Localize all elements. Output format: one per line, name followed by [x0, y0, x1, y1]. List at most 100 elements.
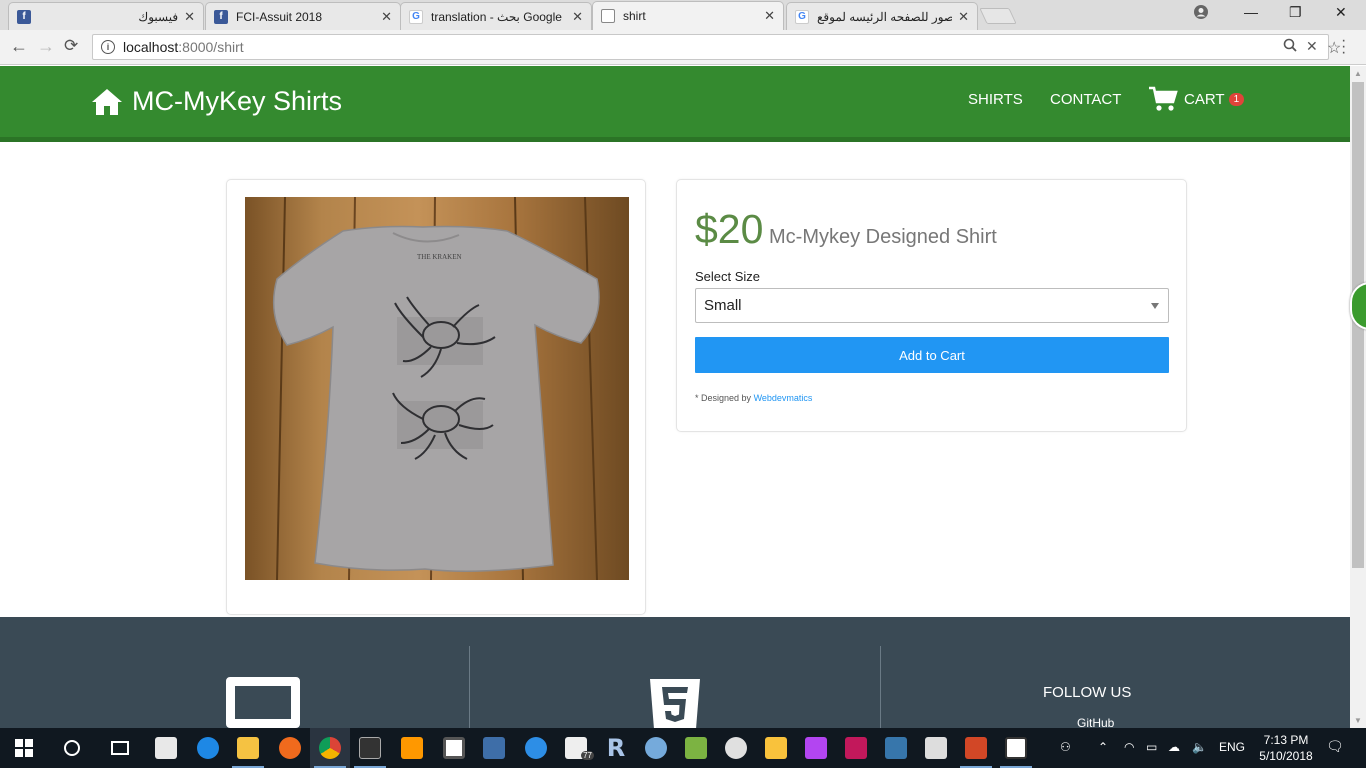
follow-us-heading: FOLLOW US	[1043, 684, 1132, 701]
page-viewport: MC-MyKey Shirts SHIRTS CONTACT CART 1 TH…	[0, 66, 1350, 728]
close-tab-icon[interactable]: ✕	[764, 8, 775, 24]
file-explorer-icon[interactable]	[228, 728, 268, 768]
html5-icon	[650, 679, 700, 728]
volume-icon[interactable]: 🔈	[1192, 740, 1207, 754]
google-icon: G	[409, 9, 423, 24]
footer-divider	[469, 646, 470, 728]
edge-icon[interactable]	[188, 728, 228, 768]
people-icon[interactable]: ⚇	[1060, 740, 1071, 754]
credit-prefix: * Designed by	[695, 393, 752, 403]
home-icon	[92, 88, 122, 115]
facebook-icon: f	[17, 9, 31, 24]
language-indicator[interactable]: ENG	[1219, 740, 1245, 754]
github-link[interactable]: GitHub	[1077, 716, 1114, 728]
close-tab-icon[interactable]: ✕	[381, 9, 392, 25]
cloud-icon[interactable]: ☁	[1168, 740, 1180, 754]
nav-contact-link[interactable]: CONTACT	[1050, 91, 1121, 108]
powerpoint-icon[interactable]	[956, 728, 996, 768]
page-icon	[601, 9, 615, 23]
python-icon[interactable]	[876, 728, 916, 768]
clock-time: 7:13 PM	[1263, 733, 1309, 747]
close-tab-icon[interactable]: ✕	[184, 9, 195, 25]
scroll-up-icon[interactable]: ▲	[1354, 69, 1362, 78]
google-icon: G	[795, 9, 809, 24]
nav-cart-link[interactable]: CART 1	[1148, 86, 1245, 112]
windows-taskbar: 77 R ⚇ ⌃ ◠ ▭ ☁ 🔈 ENG 7:13 PM 5/10/2018 🗨	[0, 728, 1366, 768]
terminal-icon[interactable]	[350, 728, 390, 768]
browser-toolbar: ← → ⟳ i localhost:8000/shirt ✕ ☆	[0, 30, 1366, 65]
svg-text:THE KRAKEN: THE KRAKEN	[417, 253, 462, 261]
close-tab-icon[interactable]: ✕	[572, 9, 583, 25]
site-footer: FOLLOW US GitHub	[0, 617, 1350, 728]
close-window-icon[interactable]: ✕	[1335, 4, 1347, 21]
size-label: Select Size	[695, 269, 761, 284]
phpstorm-icon[interactable]	[796, 728, 836, 768]
beer-icon[interactable]	[756, 728, 796, 768]
paint-icon[interactable]	[716, 728, 756, 768]
chevron-down-icon	[1151, 303, 1159, 309]
rstudio-icon[interactable]	[636, 728, 676, 768]
restore-icon[interactable]: ❐	[1289, 4, 1302, 21]
scroll-down-icon[interactable]: ▼	[1354, 716, 1362, 725]
info-icon[interactable]: i	[101, 40, 115, 54]
product-image-card: THE KRAKEN	[226, 179, 646, 615]
browser-tab-strip: f فيسبوك ✕ f FCI-Assuit 2018 ✕ G transla…	[0, 0, 1366, 30]
facebook-icon: f	[214, 9, 228, 24]
task-view-icon[interactable]	[100, 728, 140, 768]
photos-icon[interactable]	[996, 728, 1036, 768]
nav-shirts-link[interactable]: SHIRTS	[968, 91, 1023, 108]
notepad-icon[interactable]	[676, 728, 716, 768]
heidi-icon[interactable]	[916, 728, 956, 768]
product-price: $20	[695, 206, 764, 252]
site-navbar: MC-MyKey Shirts SHIRTS CONTACT CART 1	[0, 66, 1350, 142]
brand-name: MC-MyKey Shirts	[132, 86, 343, 116]
firefox-icon[interactable]	[270, 728, 310, 768]
mysql-workbench-icon[interactable]	[474, 728, 514, 768]
design-credit: * Designed by Webdevmatics	[695, 393, 812, 403]
close-tab-icon[interactable]: ✕	[958, 9, 969, 25]
size-selected-value: Small	[704, 297, 742, 314]
vertical-scrollbar[interactable]: ▲ ▼	[1350, 66, 1366, 728]
sublime-icon[interactable]	[392, 728, 432, 768]
reload-icon[interactable]: ⟳	[64, 36, 78, 56]
back-icon[interactable]: ←	[10, 36, 28, 57]
search-taskbar-icon[interactable]	[52, 728, 92, 768]
size-select[interactable]: Small	[695, 288, 1169, 323]
credit-link[interactable]: Webdevmatics	[754, 393, 813, 403]
tab-translation[interactable]: G translation - بحث Google ✕	[400, 2, 592, 30]
tab-google-images[interactable]: G صور للصفحه الرئيسه لموقع ✕	[786, 2, 978, 30]
minimize-icon[interactable]: —	[1244, 4, 1258, 20]
system-clock[interactable]: 7:13 PM 5/10/2018	[1256, 732, 1316, 764]
mail-icon[interactable]: 77	[556, 728, 596, 768]
notifications-icon[interactable]: 🗨	[1326, 738, 1344, 755]
address-bar[interactable]: i localhost:8000/shirt ✕ ☆	[92, 34, 1341, 60]
tab-facebook-ar[interactable]: f فيسبوك ✕	[8, 2, 204, 30]
sourcetree-icon[interactable]	[516, 728, 556, 768]
tab-fci-assuit[interactable]: f FCI-Assuit 2018 ✕	[205, 2, 401, 30]
chrome-icon[interactable]	[310, 728, 350, 768]
new-tab-button[interactable]	[979, 8, 1017, 24]
store-icon[interactable]	[146, 728, 186, 768]
mc-icon[interactable]	[836, 728, 876, 768]
wifi-icon[interactable]: ◠	[1124, 740, 1134, 754]
visual-studio-icon[interactable]	[434, 728, 474, 768]
forward-icon[interactable]: →	[37, 36, 55, 57]
product-name: Mc-Mykey Designed Shirt	[769, 226, 997, 248]
zoom-icon[interactable]	[1283, 38, 1297, 57]
add-to-cart-button[interactable]: Add to Cart	[695, 337, 1169, 373]
start-button[interactable]	[4, 728, 44, 768]
r-icon[interactable]: R	[596, 728, 636, 768]
profile-icon[interactable]	[1194, 5, 1208, 22]
bookmark-star-icon[interactable]: ☆	[1327, 38, 1341, 58]
tab-shirt[interactable]: shirt ✕	[592, 1, 784, 30]
shirt-photo[interactable]: THE KRAKEN	[245, 197, 629, 580]
site-brand[interactable]: MC-MyKey Shirts	[90, 86, 342, 117]
chevron-up-icon[interactable]: ⌃	[1098, 740, 1108, 754]
clock-date: 5/10/2018	[1259, 749, 1313, 763]
product-info-card: $20 Mc-Mykey Designed Shirt Select Size …	[676, 179, 1187, 432]
battery-icon[interactable]: ▭	[1146, 740, 1157, 754]
clear-icon[interactable]: ✕	[1306, 38, 1318, 55]
footer-divider	[880, 646, 881, 728]
shopping-cart-icon	[1149, 86, 1178, 111]
menu-kebab-icon[interactable]: · · ·	[1341, 33, 1346, 61]
